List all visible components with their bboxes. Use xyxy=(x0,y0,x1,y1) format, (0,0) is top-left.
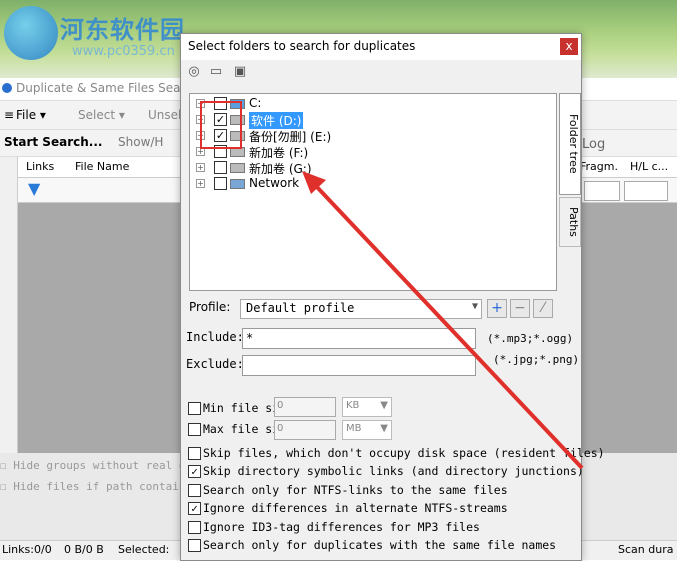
annotation-arrow xyxy=(302,171,584,470)
arrow-shaft xyxy=(314,184,584,470)
